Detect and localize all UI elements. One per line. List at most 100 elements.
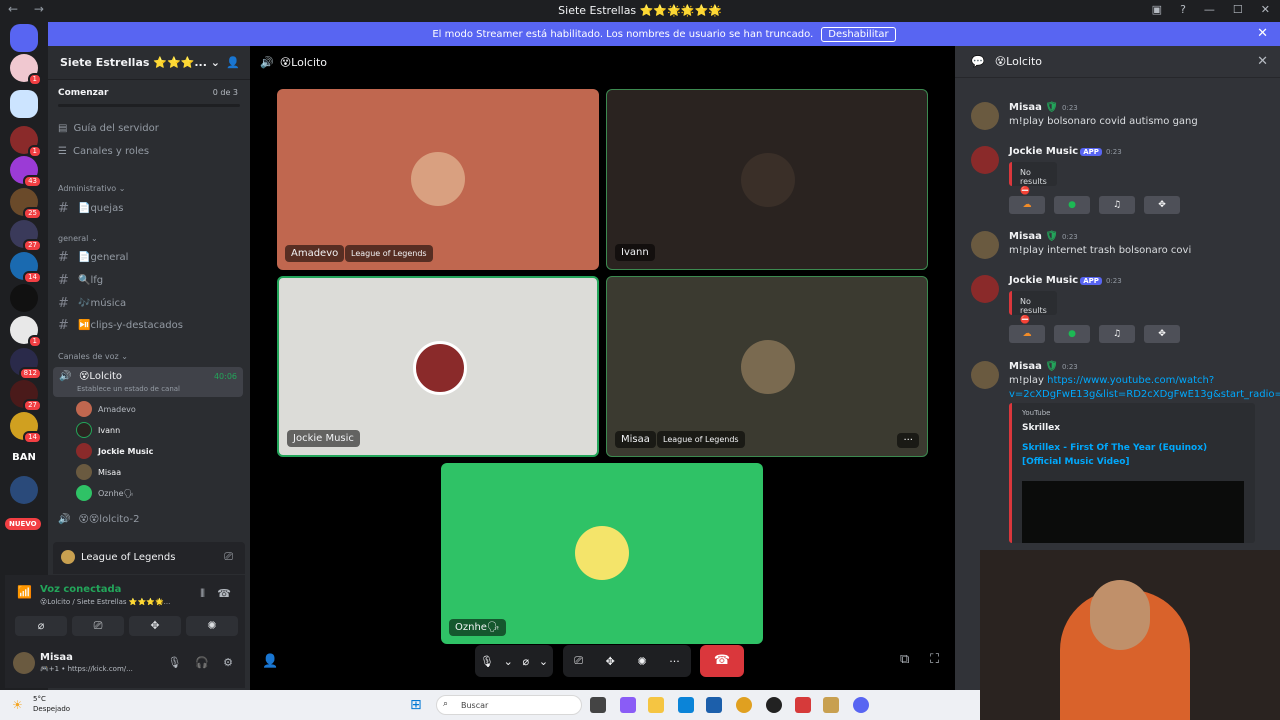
guild-header[interactable]: Siete Estrellas ⭐⭐⭐... ⌄ 👤 bbox=[48, 46, 250, 80]
server-icon[interactable]: 14 bbox=[10, 412, 42, 444]
mic-control[interactable]: 🎙 ⌄ ⌀ ⌄ bbox=[475, 645, 553, 677]
close-banner-icon[interactable]: ✕ bbox=[1257, 26, 1268, 41]
inbox-icon[interactable]: ▣ bbox=[1152, 3, 1162, 16]
help-icon[interactable]: ? bbox=[1180, 3, 1186, 16]
weather-icon[interactable]: ☀ bbox=[12, 698, 23, 712]
screen-share-icon[interactable]: ⎚ bbox=[224, 550, 233, 564]
participant-tile-jockie-music[interactable]: Jockie Music bbox=[277, 276, 599, 457]
server-icon[interactable]: 43 bbox=[10, 156, 42, 188]
server-icon[interactable]: 25 bbox=[10, 188, 42, 220]
soundboard-icon[interactable]: ✺ bbox=[637, 655, 646, 668]
gear-icon[interactable]: ⚙ bbox=[223, 656, 233, 669]
more-options-button[interactable]: ··· bbox=[897, 433, 919, 448]
server-guide-link[interactable]: ▤ Guía del servidor bbox=[58, 123, 159, 134]
category-general[interactable]: general ⌄ bbox=[58, 234, 98, 243]
activity-card[interactable]: League of Legends ⎚ bbox=[53, 542, 245, 574]
onboarding-label[interactable]: Comenzar bbox=[58, 88, 108, 98]
camera-off-icon[interactable]: ⌀ bbox=[523, 655, 530, 668]
activity-badge[interactable]: League of Legends bbox=[657, 431, 745, 448]
channels-roles-link[interactable]: ☰ Canales y roles bbox=[58, 146, 149, 157]
more-sources-button[interactable]: ✥ bbox=[1144, 196, 1180, 214]
edge-icon[interactable] bbox=[678, 697, 694, 713]
close-icon[interactable]: ✕ bbox=[1257, 54, 1268, 69]
activities-button[interactable]: ✥ bbox=[129, 616, 181, 636]
chevron-down-icon[interactable]: ⌄ bbox=[504, 655, 513, 668]
weather-widget[interactable]: 5°C Despejado bbox=[33, 694, 70, 714]
avatar[interactable] bbox=[971, 275, 999, 303]
message-author[interactable]: Jockie Music bbox=[1009, 275, 1078, 286]
close-window-button[interactable]: ✕ bbox=[1261, 3, 1270, 16]
server-icon[interactable]: 27 bbox=[10, 220, 42, 252]
invite-to-call-icon[interactable]: 👤 bbox=[262, 654, 278, 669]
disable-streamer-button[interactable]: Deshabilitar bbox=[821, 26, 896, 42]
discord-home-icon[interactable] bbox=[10, 24, 38, 52]
message-author[interactable]: Misaa bbox=[1009, 231, 1042, 242]
microphone-icon[interactable]: 🎙 bbox=[480, 655, 494, 668]
participant-tile-oznhe[interactable]: Oznhe🗣 bbox=[441, 463, 763, 644]
microphone-icon[interactable]: 🎙 bbox=[167, 656, 181, 669]
channel-status-hint[interactable]: Establece un estado de canal bbox=[77, 385, 180, 393]
screen-share-icon[interactable]: ⎚ bbox=[574, 654, 583, 668]
avatar[interactable] bbox=[971, 361, 999, 389]
activity-badge[interactable]: League of Legends bbox=[345, 245, 433, 262]
invite-icon[interactable]: 👤 bbox=[226, 56, 240, 69]
window-controls[interactable]: ▣ ? — ☐ ✕ bbox=[1152, 3, 1270, 16]
disconnect-icon[interactable]: ☎ bbox=[217, 587, 231, 600]
headphones-icon[interactable]: 🎧 bbox=[195, 656, 209, 669]
server-icon[interactable]: 1 bbox=[10, 54, 42, 86]
task-view-icon[interactable] bbox=[590, 697, 606, 713]
channel-lfg[interactable]: # 🔍lfg bbox=[58, 273, 103, 288]
avatar[interactable] bbox=[971, 146, 999, 174]
apple-music-button[interactable]: ♫ bbox=[1099, 196, 1135, 214]
participant-tile-ivann[interactable]: Ivann bbox=[606, 89, 928, 270]
channel-clips[interactable]: # ⏯️clips-y-destacados bbox=[58, 318, 183, 333]
server-icon-ban[interactable]: BAN bbox=[10, 444, 38, 472]
maximize-button[interactable]: ☐ bbox=[1233, 3, 1243, 16]
youtube-link-cont[interactable]: v=2cXDgFwE13g&list=RD2cXDgFwE13g&start_r… bbox=[1009, 389, 1280, 400]
server-icon-siete-estrellas[interactable] bbox=[10, 90, 38, 118]
store-icon[interactable] bbox=[706, 697, 722, 713]
fullscreen-icon[interactable]: ⛶ bbox=[930, 652, 939, 667]
avatar[interactable] bbox=[971, 231, 999, 259]
taskbar-search[interactable]: Buscar bbox=[436, 695, 582, 715]
channel-general[interactable]: # 📄general bbox=[58, 250, 128, 265]
voice-channel-lolcito-2[interactable]: 🔊 😵😵lolcito-2 bbox=[58, 514, 139, 525]
server-icon[interactable]: 27 bbox=[10, 380, 42, 412]
minimize-button[interactable]: — bbox=[1204, 3, 1215, 16]
camera-toggle-button[interactable]: ⌀ bbox=[15, 616, 67, 636]
more-icon[interactable]: ··· bbox=[669, 655, 680, 668]
copilot-icon[interactable] bbox=[620, 697, 636, 713]
noise-suppression-icon[interactable]: ⦀ bbox=[200, 587, 205, 601]
signal-icon[interactable]: 📶 bbox=[17, 585, 32, 599]
voice-user[interactable]: Amadevo bbox=[76, 401, 136, 417]
server-icon[interactable] bbox=[10, 476, 38, 504]
spotify-button[interactable]: ● bbox=[1054, 325, 1090, 343]
category-admin[interactable]: Administrativo ⌄ bbox=[58, 184, 125, 193]
start-icon[interactable]: ⊞ bbox=[410, 697, 422, 713]
spotify-button[interactable]: ● bbox=[1054, 196, 1090, 214]
soundboard-button[interactable]: ✺ bbox=[186, 616, 238, 636]
chrome-icon[interactable] bbox=[736, 697, 752, 713]
server-icon[interactable]: 14 bbox=[10, 252, 42, 284]
voice-channel-lolcito[interactable]: 🔊 😵Lolcito Establece un estado de canal … bbox=[53, 367, 243, 397]
screen-share-button[interactable]: ⎚ bbox=[72, 616, 124, 636]
voice-user[interactable]: Misaa bbox=[76, 464, 121, 480]
activities-icon[interactable]: ✥ bbox=[606, 655, 615, 668]
soundcloud-button[interactable]: ☁ bbox=[1009, 325, 1045, 343]
participant-tile-misaa[interactable]: Misaa League of Legends ··· bbox=[606, 276, 928, 457]
embed-author[interactable]: Skrillex bbox=[1022, 423, 1060, 433]
apple-music-button[interactable]: ♫ bbox=[1099, 325, 1135, 343]
popout-icon[interactable]: ⧉ bbox=[900, 652, 909, 667]
channel-quejas[interactable]: # 📄quejas bbox=[58, 201, 123, 216]
chevron-down-icon[interactable]: ⌄ bbox=[539, 655, 548, 668]
league-of-legends-icon[interactable] bbox=[823, 697, 839, 713]
app-icon[interactable] bbox=[766, 697, 782, 713]
soundcloud-button[interactable]: ☁ bbox=[1009, 196, 1045, 214]
message-author[interactable]: Jockie Music bbox=[1009, 146, 1078, 157]
server-icon[interactable]: 1 bbox=[10, 126, 42, 158]
participant-tile-amadevo[interactable]: Amadevo League of Legends bbox=[277, 89, 599, 270]
avatar[interactable] bbox=[13, 652, 35, 674]
embed-title[interactable]: Skrillex - First Of The Year (Equinox) [… bbox=[1022, 441, 1247, 469]
file-explorer-icon[interactable] bbox=[648, 697, 664, 713]
message-author[interactable]: Misaa bbox=[1009, 361, 1042, 372]
